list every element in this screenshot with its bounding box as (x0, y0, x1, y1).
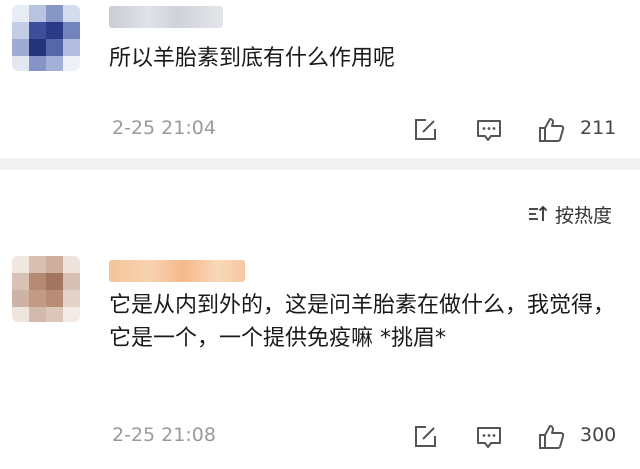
comment-icon[interactable] (474, 115, 504, 145)
like-count: 300 (580, 424, 617, 446)
thumbs-up-icon[interactable] (537, 115, 567, 145)
comment-item: 它是从内到外的，这是问羊胎素在做什么，我觉得，它是一个，一个提供免疫嘛 *挑眉*… (0, 244, 640, 469)
avatar[interactable] (12, 256, 80, 322)
comment-item: 所以羊胎素到底有什么作用呢 2-25 21:04 211 (0, 0, 640, 158)
edit-icon[interactable] (410, 115, 440, 145)
comment-meta: 2-25 21:08 300 (112, 422, 624, 452)
comment-time: 2-25 21:04 (112, 117, 216, 139)
thumbs-up-icon[interactable] (537, 422, 567, 452)
comment-meta: 2-25 21:04 211 (112, 115, 624, 145)
comment-time: 2-25 21:08 (112, 424, 216, 446)
edit-icon[interactable] (410, 422, 440, 452)
username-blurred[interactable] (109, 6, 223, 28)
like-count: 211 (580, 117, 617, 139)
comment-text: 所以羊胎素到底有什么作用呢 (109, 46, 396, 71)
section-divider (0, 158, 640, 170)
username-blurred[interactable] (109, 260, 245, 282)
comment-icon[interactable] (474, 422, 504, 452)
sort-label: 按热度 (554, 204, 612, 227)
sort-button[interactable]: 按热度 (527, 200, 612, 228)
sort-icon (527, 203, 549, 225)
comment-text: 它是从内到外的，这是问羊胎素在做什么，我觉得，它是一个，一个提供免疫嘛 *挑眉* (109, 293, 616, 351)
avatar[interactable] (12, 5, 80, 71)
